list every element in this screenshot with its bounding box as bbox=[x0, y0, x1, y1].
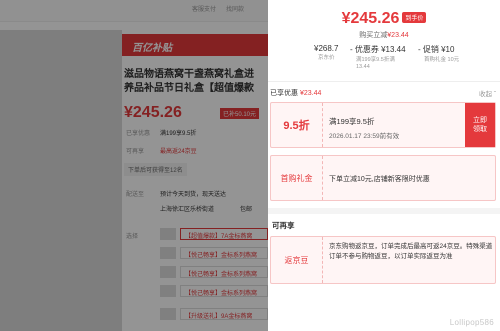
jd-bean-desc: 京东购物返京豆，订单完成后最高可返24京豆。特殊渠道订单不参与购物返豆，以订单实… bbox=[329, 243, 493, 260]
buy-now-amount: ¥23.44 bbox=[387, 32, 409, 39]
buy-now-discount: 购买立减¥23.44 bbox=[268, 30, 500, 40]
divider bbox=[268, 81, 500, 82]
coupon-validity: 2026.01.17 23:59前有效 bbox=[329, 133, 400, 140]
price-detail-drawer: ¥245.26 到手价 购买立减¥23.44 ¥268.7 京东价 - 优惠券 ¥… bbox=[268, 0, 500, 331]
jd-bean-name-block: 返京豆 bbox=[271, 237, 323, 283]
enjoyed-amount: ¥23.44 bbox=[300, 90, 322, 97]
gift-name-block: 首购礼金 bbox=[271, 156, 323, 200]
coupon-card: 9.5折 满199享9.5折 2026.01.17 23:59前有效 立即领取 bbox=[270, 102, 496, 148]
calc-jd-price-label: 京东价 bbox=[318, 55, 335, 61]
collapse-toggle[interactable]: 收起 ˆ bbox=[479, 88, 496, 98]
calc-jd-price: ¥268.7 京东价 bbox=[314, 44, 338, 62]
price-summary: ¥245.26 到手价 购买立减¥23.44 ¥268.7 京东价 - 优惠券 ¥… bbox=[268, 0, 500, 82]
enjoyed-label: 已享优惠 bbox=[270, 90, 298, 97]
first-purchase-gift-card: 首购礼金 下单立减10元,店铺新客限时优惠 bbox=[270, 155, 496, 201]
more-benefits-title: 可再享 bbox=[272, 221, 295, 230]
buy-now-prefix: 购买立减 bbox=[359, 32, 388, 39]
collapse-label: 收起 bbox=[479, 91, 493, 98]
jd-bean-card: 返京豆 京东购物返京豆，订单完成后最高可返24京豆。特殊渠道订单不参与购物返豆，… bbox=[270, 236, 496, 284]
final-price-badge: 到手价 bbox=[402, 12, 427, 23]
chevron-up-icon: ˆ bbox=[493, 91, 496, 98]
section-separator bbox=[268, 208, 500, 214]
final-price: ¥245.26 bbox=[341, 10, 400, 27]
calc-promo-desc: 首购礼金 10元 bbox=[424, 57, 460, 63]
enjoyed-discount-header: 已享优惠 ¥23.44 收起 ˆ bbox=[270, 86, 498, 100]
claim-coupon-button[interactable]: 立即领取 bbox=[465, 103, 495, 147]
calc-coupon-desc-line2: 13.44 bbox=[356, 64, 370, 70]
calc-jd-price-value: ¥268.7 bbox=[314, 44, 339, 53]
calc-coupon-value: - 优惠券 ¥13.44 bbox=[350, 45, 406, 54]
coupon-value-block: 9.5折 bbox=[271, 103, 323, 147]
coupon-value: 9.5折 bbox=[283, 120, 310, 132]
calc-promo: - 促销 ¥10 首购礼金 10元 bbox=[418, 44, 459, 64]
claim-coupon-label: 立即领取 bbox=[473, 117, 487, 133]
calc-coupon-desc: 满199享9.5折满 13.44 bbox=[350, 57, 406, 71]
modal-backdrop[interactable] bbox=[0, 0, 268, 331]
gift-desc: 下单立减10元,店铺新客限时优惠 bbox=[329, 176, 430, 183]
jd-bean-name: 返京豆 bbox=[284, 255, 309, 265]
background-product-page: 客服支付 找同款 百亿补贴 滋品物语燕窝干盏燕窝礼盒进 养品补品节日礼盒【超值爆… bbox=[0, 0, 268, 331]
calc-coupon-desc-line1: 满199享9.5折满 bbox=[356, 57, 395, 63]
calc-promo-value: - 促销 ¥10 bbox=[418, 45, 455, 54]
gift-name: 首购礼金 bbox=[280, 173, 313, 183]
calc-coupon: - 优惠券 ¥13.44 满199享9.5折满 13.44 bbox=[350, 44, 406, 71]
watermark: Lollipop586 bbox=[449, 318, 494, 327]
coupon-title: 满199享9.5折 bbox=[329, 117, 375, 126]
